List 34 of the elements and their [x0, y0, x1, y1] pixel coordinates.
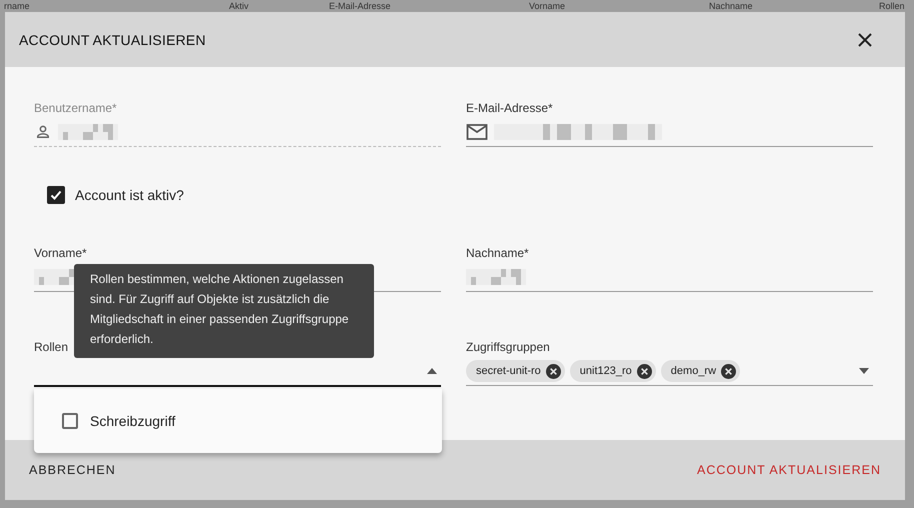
field-label: Vorname*: [34, 246, 88, 260]
column-header: Nachname: [709, 0, 754, 12]
chip-select-field[interactable]: secret-unit-ro unit123_ro demo_rw: [466, 357, 873, 386]
field-label: E-Mail-Adresse*: [466, 101, 554, 115]
menu-option[interactable]: Schreibzugriff: [34, 413, 176, 429]
caret-icon[interactable]: [859, 368, 869, 374]
column-header: Rollen: [879, 0, 905, 12]
cancel-button[interactable]: ABBRECHEN: [21, 455, 124, 485]
chip-label: demo_rw: [670, 365, 716, 377]
mail-icon: [466, 123, 488, 141]
tooltip: Rollen bestimmen, welche Aktionen zugelassen sind. Für Zugriff auf Objekte ist zusätzlich die Mitgliedschaft in einer passenden Zugriffsgruppe erforderlich.: [74, 264, 374, 358]
remove-icon[interactable]: [636, 364, 652, 378]
column-header: rname: [4, 0, 31, 12]
field-label: Benutzername*: [34, 101, 118, 115]
field-label: Zugriffsgruppen: [466, 340, 551, 354]
checkmark-icon: [49, 188, 63, 202]
person-icon: [34, 123, 52, 141]
caret-icon[interactable]: [427, 368, 437, 374]
dialog-title: ACCOUNT AKTUALISIEREN: [19, 32, 206, 48]
remove-icon[interactable]: [546, 364, 561, 378]
column-header: E-Mail-Adresse: [329, 0, 392, 12]
column-header: Aktiv: [229, 0, 250, 12]
checkbox[interactable]: [47, 186, 65, 204]
chip-label: unit123_ro: [580, 365, 632, 377]
close-icon[interactable]: [858, 32, 872, 46]
field-label: Nachname*: [466, 246, 530, 260]
checkbox-label: Account ist aktiv?: [75, 187, 184, 203]
column-header: Vorname: [529, 0, 566, 12]
field-label: Rollen: [34, 340, 70, 354]
option-label: Schreibzugriff: [90, 413, 176, 429]
checkbox[interactable]: [62, 413, 78, 429]
chip-label: secret-unit-ro: [476, 365, 541, 377]
remove-icon[interactable]: [721, 364, 736, 378]
submit-button[interactable]: ACCOUNT AKTUALISIEREN: [688, 455, 889, 485]
